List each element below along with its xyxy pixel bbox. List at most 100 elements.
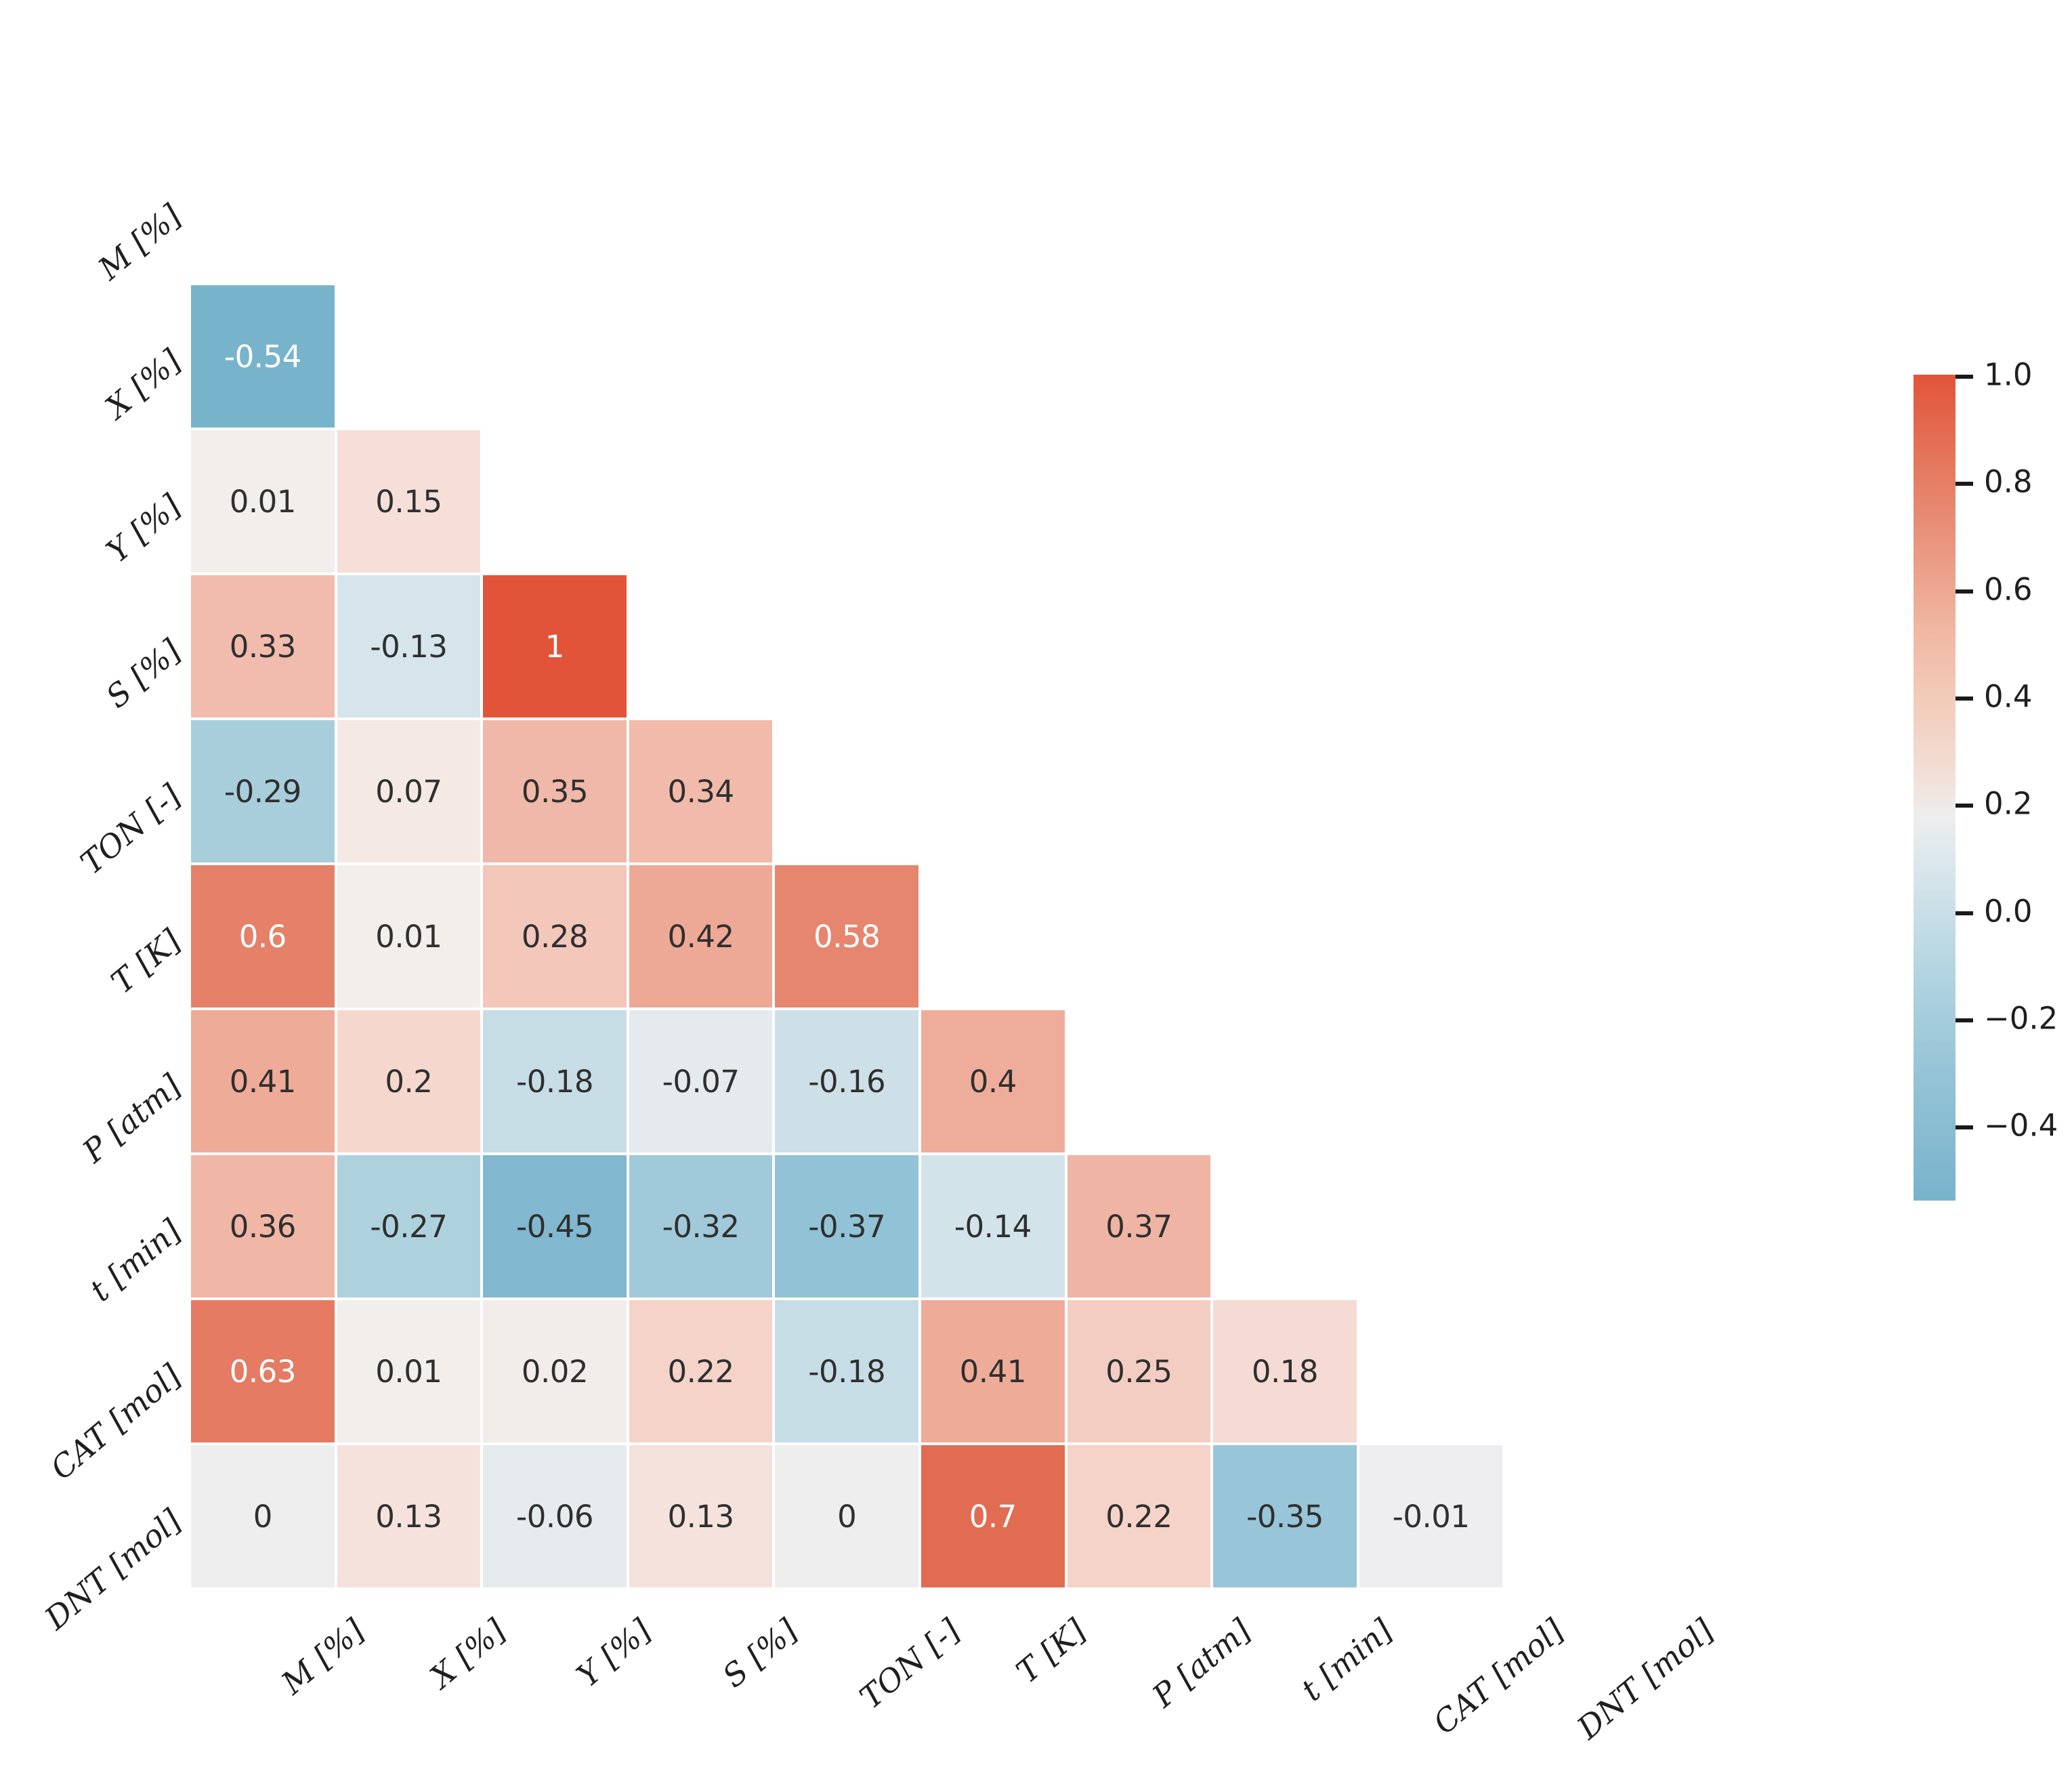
heatmap-cell	[628, 574, 774, 719]
heatmap-cell: 0.01	[335, 1299, 482, 1444]
colorbar-tick-mark	[1955, 911, 1973, 915]
colorbar-gradient	[1914, 375, 1955, 1201]
colorbar-tick-label: 0.6	[1984, 571, 2033, 608]
x-axis-tick-label: DNT [mol]	[1504, 1589, 1720, 1785]
heatmap-row: 0 0.13 -0.06 0.13 0 0.7 0.22 -0.35 -0.01	[190, 1444, 1650, 1589]
heatmap-row: 0.33 -0.13 1	[190, 574, 1650, 719]
heatmap-cell	[1066, 429, 1212, 574]
heatmap-cell: 0.22	[627, 1299, 774, 1444]
y-axis-tick-label-text: t [min]	[83, 1212, 188, 1309]
heatmap-cell	[1066, 864, 1212, 1009]
heatmap-cell	[1066, 1009, 1212, 1154]
x-axis-tick-label: X [%]	[336, 1589, 513, 1785]
y-axis-tick-label: T [K]	[98, 864, 188, 1009]
heatmap-cell	[774, 574, 920, 719]
heatmap-cell	[1504, 1299, 1650, 1444]
heatmap-cell: 0.13	[627, 1444, 774, 1589]
heatmap-cell: 0.13	[335, 1444, 482, 1589]
y-axis-tick-label-text: DNT [mol]	[37, 1502, 188, 1637]
heatmap-cell	[1504, 574, 1650, 719]
heatmap-cell: -0.06	[482, 1444, 628, 1589]
colorbar-tick-mark	[1955, 1125, 1973, 1130]
heatmap-cell	[920, 574, 1066, 719]
x-axis-tick-label: P [atm]	[1066, 1589, 1258, 1785]
heatmap-cell	[1504, 1444, 1650, 1589]
heatmap-cell: -0.29	[190, 719, 336, 864]
heatmap-cell	[628, 284, 774, 429]
heatmap-cell: 0.07	[335, 719, 482, 864]
heatmap-cell	[1504, 719, 1650, 864]
heatmap-cell	[1212, 1154, 1358, 1299]
heatmap-cell	[920, 719, 1066, 864]
heatmap-cell	[920, 139, 1066, 284]
heatmap-cell: -0.18	[774, 1299, 920, 1444]
colorbar-tick-label: 0.4	[1984, 678, 2033, 715]
heatmap-cell	[1504, 139, 1650, 284]
y-axis-tick-label: Y [%]	[91, 429, 188, 574]
y-axis-tick-label: TON [-]	[58, 719, 188, 881]
heatmap-cell: 0.25	[1065, 1299, 1212, 1444]
y-axis-tick-labels: M [%] X [%] Y [%] S [%] TON [-] T [K] P [atm] t…	[0, 139, 190, 1636]
x-axis-tick-label: S [%]	[628, 1589, 804, 1785]
y-axis-tick-label: t [min]	[70, 1154, 188, 1308]
heatmap-cell: -0.35	[1212, 1444, 1358, 1589]
heatmap-cell: -0.45	[482, 1154, 628, 1299]
heatmap-cell	[1212, 1009, 1358, 1154]
heatmap-cell	[1358, 139, 1504, 284]
heatmap-cell: 0.18	[1212, 1299, 1358, 1444]
heatmap-cell: -0.16	[774, 1009, 920, 1154]
heatmap-cell	[628, 139, 774, 284]
heatmap-cell	[1504, 1009, 1650, 1154]
heatmap-cell: 0.02	[482, 1299, 628, 1444]
heatmap-row: 0.63 0.01 0.02 0.22 -0.18 0.41 0.25 0.18	[190, 1299, 1650, 1444]
colorbar-tick-label: 0.2	[1984, 785, 2033, 822]
heatmap-cell	[1212, 864, 1358, 1009]
heatmap-cell: 0.33	[190, 574, 336, 719]
y-axis-tick-label: P [atm]	[60, 1009, 188, 1169]
y-axis-tick-label: M [%]	[81, 139, 188, 287]
heatmap-cell	[1066, 719, 1212, 864]
heatmap-cell: 0	[774, 1444, 920, 1589]
heatmap-cell: -0.01	[1357, 1444, 1504, 1589]
heatmap-cell	[1212, 719, 1358, 864]
y-axis-tick-label: DNT [mol]	[11, 1444, 188, 1636]
colorbar: 1.0 0.8 0.6 0.4 0.2 0.0 −0.2 −0.4	[1914, 357, 2069, 1201]
colorbar-tick-mark	[1955, 1018, 1973, 1022]
heatmap-row: 0.6 0.01 0.28 0.42 0.58	[190, 864, 1650, 1009]
heatmap-cell	[1358, 1009, 1504, 1154]
heatmap-cell: 0.6	[190, 864, 336, 1009]
heatmap-cell: 0.34	[627, 719, 774, 864]
heatmap-cell	[774, 719, 920, 864]
heatmap-cell	[628, 429, 774, 574]
heatmap-cell	[1066, 574, 1212, 719]
heatmap-cell	[920, 429, 1066, 574]
heatmap-cell	[482, 429, 628, 574]
heatmap-cell: 0.41	[919, 1299, 1066, 1444]
heatmap-cell	[1212, 429, 1358, 574]
heatmap-cell	[1066, 284, 1212, 429]
heatmap-cell: 1	[482, 574, 628, 719]
heatmap-cell: 0.2	[335, 1009, 482, 1154]
heatmap-cell: 0.58	[774, 864, 920, 1009]
heatmap-cell	[774, 429, 920, 574]
heatmap-cell	[1358, 284, 1504, 429]
heatmap-cell: 0.28	[482, 864, 628, 1009]
heatmap-cell	[1504, 429, 1650, 574]
heatmap-cell: -0.07	[627, 1009, 774, 1154]
x-axis-tick-label: M [%]	[190, 1589, 371, 1785]
heatmap-cell: 0.22	[1065, 1444, 1212, 1589]
colorbar-tick-mark	[1955, 375, 1973, 379]
heatmap-cell: -0.54	[190, 284, 336, 429]
y-axis-tick-label-text: T [K]	[104, 922, 188, 1001]
heatmap-cell	[1212, 574, 1358, 719]
heatmap-row: -0.29 0.07 0.35 0.34	[190, 719, 1650, 864]
heatmap-cell	[920, 284, 1066, 429]
heatmap-row: 0.01 0.15	[190, 429, 1650, 574]
heatmap-cell: 0.7	[919, 1444, 1066, 1589]
y-axis-tick-label: S [%]	[91, 574, 188, 719]
x-axis-tick-label: CAT [mol]	[1358, 1589, 1571, 1785]
heatmap-cell	[774, 284, 920, 429]
heatmap-row: 0.41 0.2 -0.18 -0.07 -0.16 0.4	[190, 1009, 1650, 1154]
y-axis-tick-label-text: Y [%]	[100, 487, 188, 570]
x-axis-tick-labels: M [%] X [%] Y [%] S [%] TON [-] T [K] P [atm] t…	[190, 1589, 1720, 1785]
